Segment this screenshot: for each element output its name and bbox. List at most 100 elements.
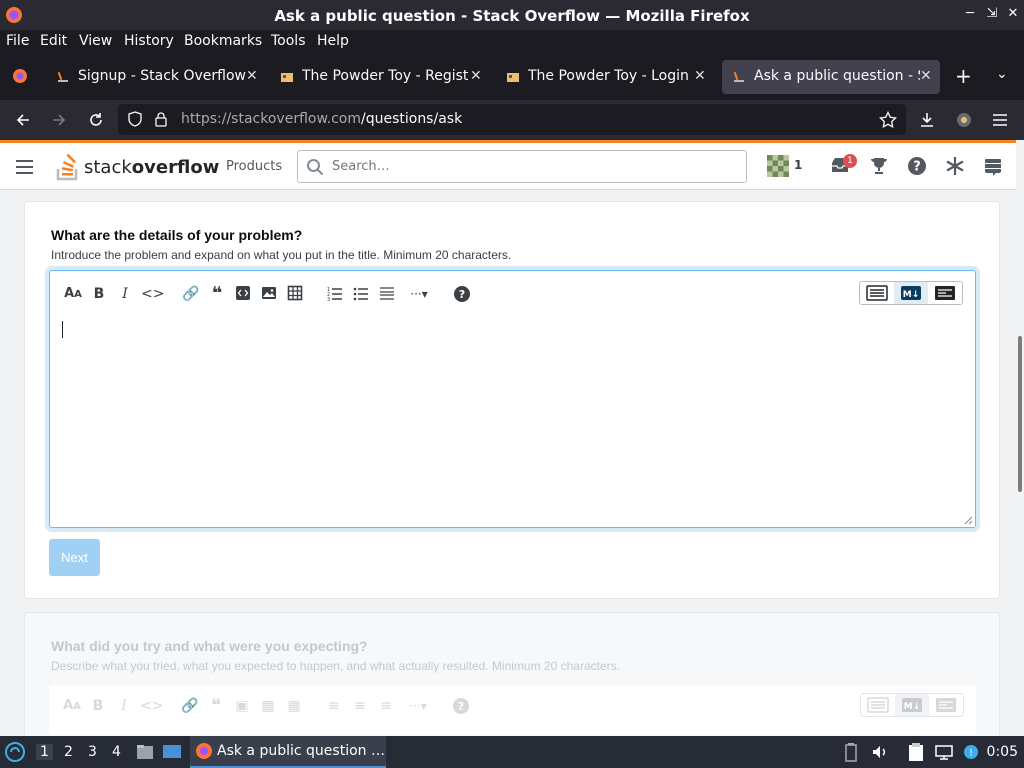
close-window-icon[interactable]: ✕: [1005, 6, 1021, 22]
file-manager-icon[interactable]: [135, 742, 155, 762]
scrollbar-thumb[interactable]: [1018, 336, 1022, 492]
tab-powder-toy-login[interactable]: The Powder Toy - Login ✕: [496, 60, 718, 94]
details-section: What are the details of your problem? In…: [24, 201, 1000, 599]
tab-label: Ask a public question - St: [754, 68, 920, 84]
firefox-view-icon[interactable]: [12, 68, 28, 84]
svg-text:!: !: [969, 748, 973, 759]
tab-ask-question[interactable]: Ask a public question - St ✕: [722, 60, 940, 94]
taskbar: 1 2 3 4 Ask a public question … ! 0:05: [0, 736, 1024, 768]
code-block-icon: ▣: [235, 698, 249, 714]
workspace-2[interactable]: 2: [64, 744, 73, 760]
code-block-icon[interactable]: [233, 285, 253, 303]
tab-close-icon[interactable]: ✕: [694, 68, 706, 84]
so-top-bar: stackoverflow Products 1 1 ?: [0, 143, 1024, 190]
next-button[interactable]: Next: [49, 539, 100, 576]
search-box[interactable]: [297, 150, 747, 183]
horizontal-rule-icon[interactable]: [377, 285, 397, 303]
list-all-tabs-icon[interactable]: ⌄: [996, 66, 1008, 82]
shield-icon[interactable]: [127, 111, 143, 127]
tab-close-icon[interactable]: ✕: [920, 68, 932, 84]
achievements-snowflake-icon[interactable]: [944, 155, 966, 177]
resize-handle-icon[interactable]: [964, 516, 973, 525]
powder-toy-favicon-icon: [507, 73, 519, 82]
tab-powder-toy-register[interactable]: The Powder Toy - Registe ✕: [270, 60, 490, 94]
rich-text-mode-button: [861, 694, 895, 716]
help-icon[interactable]: ?: [906, 155, 928, 177]
rich-text-icon: [866, 285, 888, 301]
details-editor[interactable]: AA B I <> 🔗 ❝ 123 ···▾ ? M↓: [49, 270, 976, 528]
bold-icon[interactable]: B: [89, 285, 109, 303]
bookmark-star-icon[interactable]: [879, 111, 897, 129]
network-icon[interactable]: [934, 742, 954, 762]
minimize-icon[interactable]: ─: [962, 6, 978, 22]
tab-label: The Powder Toy - Registe: [302, 68, 468, 84]
lock-icon[interactable]: [154, 111, 168, 127]
clipboard-icon[interactable]: [907, 742, 925, 762]
image-icon[interactable]: [259, 285, 279, 303]
unordered-list-icon[interactable]: [351, 285, 371, 303]
tab-close-icon[interactable]: ✕: [246, 68, 258, 84]
code-icon: <>: [140, 698, 164, 714]
back-icon[interactable]: [14, 111, 32, 129]
notifications-icon[interactable]: !: [961, 742, 981, 762]
table-icon[interactable]: [285, 285, 305, 303]
extension-icon[interactable]: [955, 111, 973, 129]
text-size-icon[interactable]: AA: [63, 285, 83, 303]
link-icon: 🔗: [181, 698, 199, 714]
forward-icon[interactable]: [50, 111, 68, 129]
stack-exchange-icon[interactable]: [982, 155, 1004, 177]
taskbar-app-label: Ask a public question …: [217, 743, 385, 759]
tried-expecting-section: What did you try and what were you expec…: [24, 612, 1000, 736]
tab-label: Signup - Stack Overflow: [78, 68, 246, 84]
search-input[interactable]: [330, 158, 730, 175]
menu-view[interactable]: View: [79, 33, 112, 49]
app-menu-icon[interactable]: [991, 111, 1009, 129]
preview-mode-button[interactable]: [928, 282, 962, 304]
avatar[interactable]: [767, 155, 789, 177]
inbox-badge: 1: [843, 154, 857, 168]
restore-icon[interactable]: ⇲: [984, 6, 1000, 22]
url-text[interactable]: https://stackoverflow.com/questions/ask: [181, 111, 462, 127]
code-icon[interactable]: <>: [141, 285, 164, 303]
tab-close-icon[interactable]: ✕: [470, 68, 482, 84]
trophy-icon[interactable]: [868, 155, 890, 177]
menu-tools[interactable]: Tools: [271, 33, 306, 49]
new-tab-icon[interactable]: +: [955, 64, 972, 88]
ordered-list-icon: ≡: [328, 698, 340, 714]
menu-help[interactable]: Help: [317, 33, 349, 49]
more-options-icon[interactable]: ···▾: [405, 285, 433, 303]
preview-icon: [936, 698, 956, 712]
clock: 0:05: [986, 744, 1018, 760]
menu-history[interactable]: History: [124, 33, 174, 49]
downloads-icon[interactable]: [918, 111, 936, 129]
reload-icon[interactable]: [87, 111, 105, 129]
help-icon[interactable]: ?: [452, 285, 472, 303]
details-heading: What are the details of your problem?: [51, 227, 303, 243]
tab-signup[interactable]: Signup - Stack Overflow ✕: [46, 60, 266, 94]
battery-icon[interactable]: [844, 742, 858, 762]
blockquote-icon[interactable]: ❝: [207, 285, 227, 303]
products-link[interactable]: Products: [226, 159, 282, 174]
desktop-icon[interactable]: [162, 742, 182, 762]
workspace-3[interactable]: 3: [88, 744, 97, 760]
url-bar[interactable]: https://stackoverflow.com/questions/ask: [118, 104, 906, 135]
ordered-list-icon[interactable]: 123: [325, 285, 345, 303]
menu-edit[interactable]: Edit: [40, 33, 67, 49]
workspace-1[interactable]: 1: [36, 744, 53, 760]
menu-file[interactable]: File: [6, 33, 29, 49]
markdown-mode-button[interactable]: M↓: [894, 282, 928, 304]
italic-icon[interactable]: I: [115, 285, 135, 303]
italic-icon: I: [121, 698, 127, 714]
page-scrollbar[interactable]: [1016, 140, 1024, 736]
image-icon: ▦: [261, 698, 275, 714]
rich-text-mode-button[interactable]: [860, 282, 894, 304]
svg-text:?: ?: [913, 160, 921, 175]
hamburger-menu-icon[interactable]: [16, 160, 33, 174]
link-icon[interactable]: 🔗: [181, 285, 201, 303]
taskbar-firefox-window[interactable]: Ask a public question …: [190, 736, 386, 768]
bold-icon: B: [92, 698, 104, 714]
volume-icon[interactable]: [871, 743, 889, 761]
menu-bookmarks[interactable]: Bookmarks: [184, 33, 262, 49]
workspace-4[interactable]: 4: [112, 744, 121, 760]
start-menu-icon[interactable]: [5, 742, 25, 762]
